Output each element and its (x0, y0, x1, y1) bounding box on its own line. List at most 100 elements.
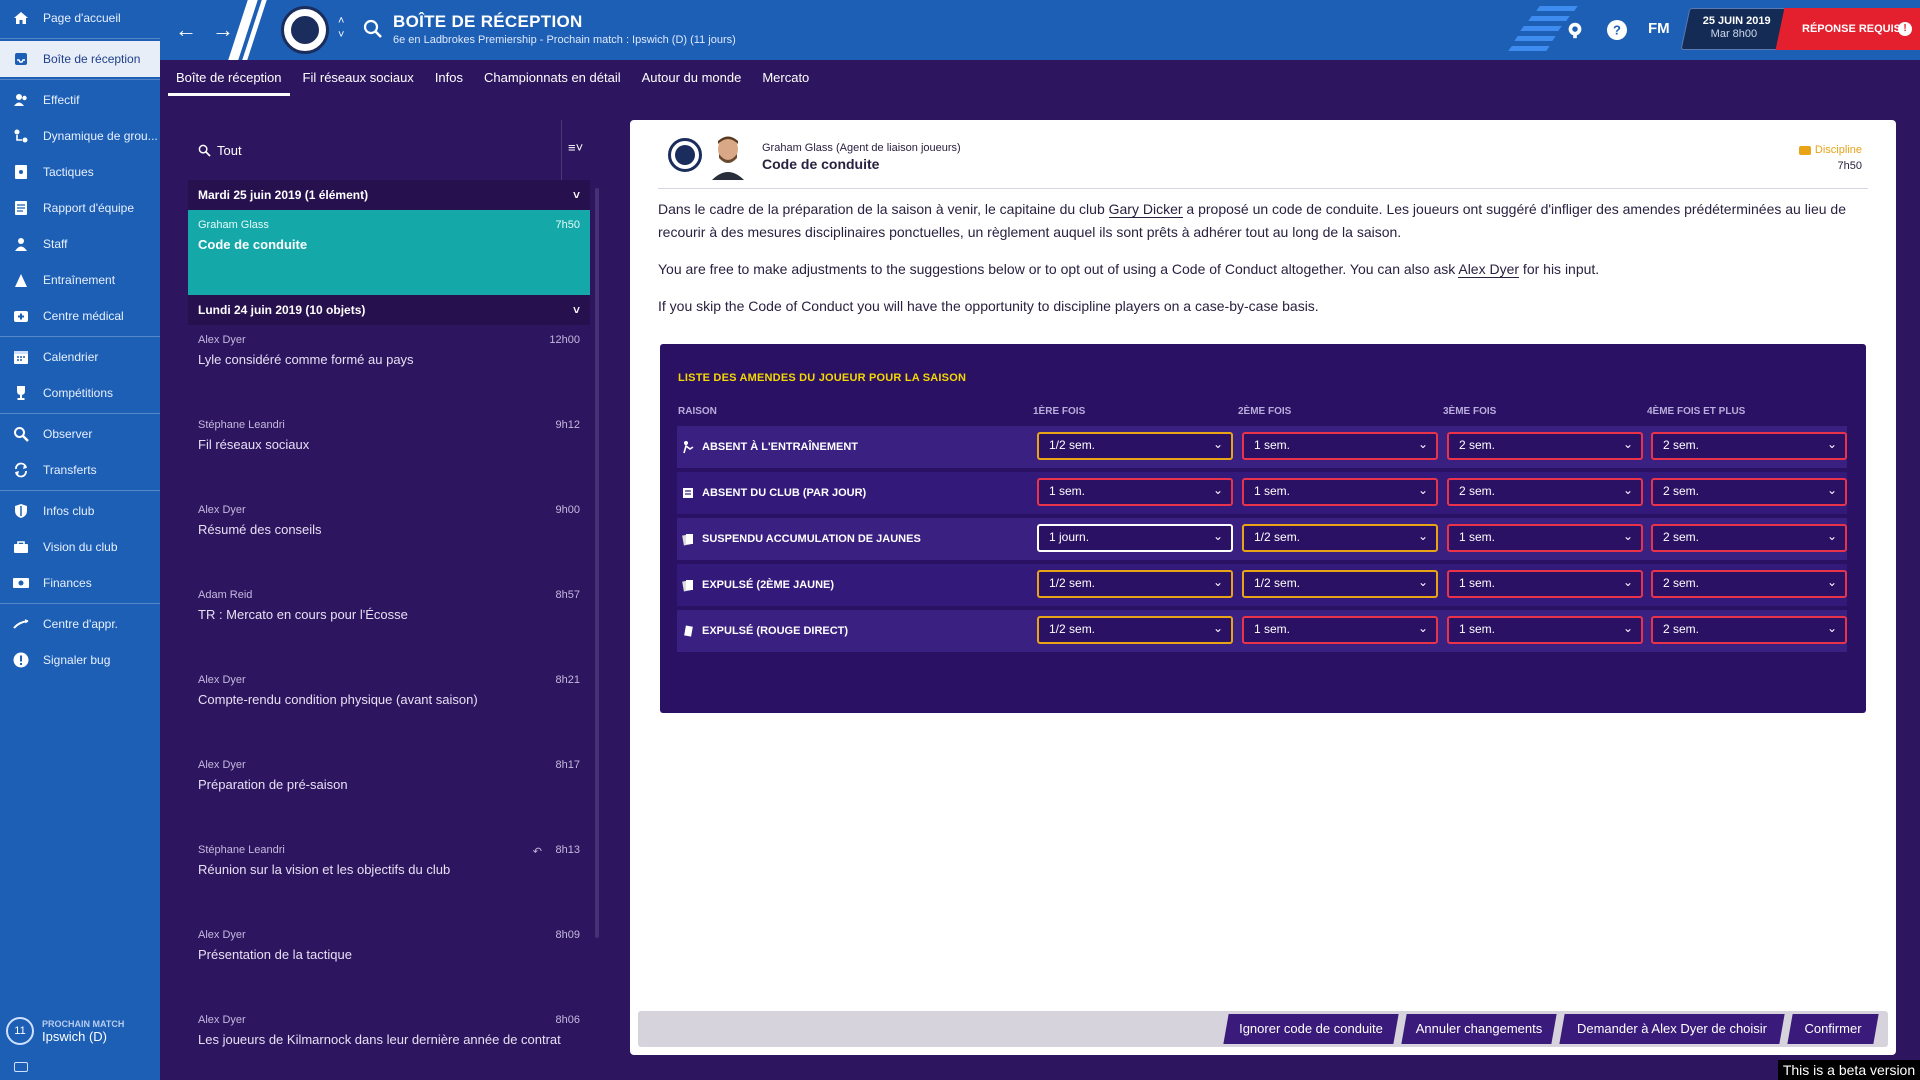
sidebar-item-inbox[interactable]: Boîte de réception (0, 41, 160, 77)
back-arrow-icon[interactable]: ← (172, 16, 200, 44)
confirm-button[interactable]: Confirmer (1787, 1014, 1879, 1044)
sidebar-item-tactics[interactable]: Tactiques (0, 154, 160, 190)
next-match[interactable]: 11 PROCHAIN MATCH Ipswich (D) (0, 1008, 160, 1054)
list-item[interactable]: Alex Dyer 8h06 Les joueurs de Kilmarnock… (188, 1005, 590, 1080)
sidebar-item-training[interactable]: Entraînement (0, 262, 160, 298)
sidebar-item-calendar[interactable]: Calendrier (0, 339, 160, 375)
sidebar-item-club-info[interactable]: Infos club (0, 493, 160, 529)
help-icon[interactable]: ? (1605, 18, 1629, 42)
sidebar-item-staff[interactable]: Staff (0, 226, 160, 262)
list-item[interactable]: Alex Dyer 8h21 Compte-rendu condition ph… (188, 665, 590, 750)
sidebar-item-report-bug[interactable]: Signaler bug (0, 642, 160, 678)
continue-button[interactable]: RÉPONSE REQUISE ! (1775, 8, 1920, 50)
sidebar-item-medical[interactable]: Centre médical (0, 298, 160, 334)
message-category[interactable]: Discipline (1798, 144, 1862, 156)
sidebar-item-transfers[interactable]: Transferts (0, 452, 160, 488)
fine-select[interactable]: 1/2 sem. ⌄ (1242, 570, 1438, 598)
fine-select[interactable]: 1 sem. ⌄ (1242, 478, 1438, 506)
list-item[interactable]: Graham Glass 7h50 Code de conduite (188, 210, 590, 295)
column-header: 1ÈRE FOIS (1033, 406, 1086, 417)
fine-select[interactable]: 2 sem. ⌄ (1651, 432, 1847, 460)
fine-select[interactable]: 2 sem. ⌄ (1651, 570, 1847, 598)
divider (0, 336, 160, 337)
list-item[interactable]: Alex Dyer 8h17 Préparation de pré-saison (188, 750, 590, 835)
sidebar-item-scouting[interactable]: Observer (0, 416, 160, 452)
message-group-header[interactable]: Mardi 25 juin 2019 (1 élément) ˅ (188, 180, 590, 210)
tab-inbox[interactable]: Boîte de réception (168, 66, 290, 96)
list-item[interactable]: Stéphane Leandri ↶ 8h13 Réunion sur la v… (188, 835, 590, 920)
chevron-down-icon: ⌄ (1826, 437, 1837, 451)
sidebar-item-label: Centre médical (43, 309, 124, 323)
sidebar-item-squad[interactable]: Effectif (0, 82, 160, 118)
vision-icon (10, 538, 32, 556)
select-value: 1 sem. (1459, 530, 1496, 544)
fine-select[interactable]: 2 sem. ⌄ (1651, 524, 1847, 552)
tab-transfer-window[interactable]: Mercato (754, 66, 817, 96)
list-item[interactable]: Alex Dyer 8h09 Présentation de la tactiq… (188, 920, 590, 1005)
fine-select[interactable]: 1/2 sem. ⌄ (1037, 570, 1233, 598)
tab-league-details[interactable]: Championnats en détail (476, 66, 629, 96)
sidebar-item-club-vision[interactable]: Vision du club (0, 529, 160, 565)
select-value: 1 sem. (1459, 576, 1496, 590)
game-date[interactable]: 25 JUIN 2019 Mar 8h00 (1680, 8, 1790, 50)
staff-link[interactable]: Alex Dyer (1458, 261, 1520, 278)
forward-arrow-icon[interactable]: → (209, 16, 237, 44)
sidebar-item-label: Compétitions (43, 386, 114, 400)
fm-menu-logo[interactable]: FM (1648, 20, 1670, 37)
social-icon[interactable] (1563, 18, 1587, 42)
list-item[interactable]: Stéphane Leandri 9h12 Fil réseaux sociau… (188, 410, 590, 495)
divider (0, 79, 160, 80)
fine-select[interactable]: 2 sem. ⌄ (1651, 616, 1847, 644)
list-item[interactable]: Adam Reid 8h57 TR : Mercato en cours pou… (188, 580, 590, 665)
fine-select[interactable]: 1 sem. ⌄ (1447, 570, 1643, 598)
fine-select[interactable]: 1/2 sem. ⌄ (1242, 524, 1438, 552)
fines-table-title: LISTE DES AMENDES DU JOUEUR POUR LA SAIS… (678, 372, 967, 384)
sidebar-item-competitions[interactable]: Compétitions (0, 375, 160, 411)
list-item[interactable]: Alex Dyer 12h00 Lyle considéré comme for… (188, 325, 590, 410)
club-crest[interactable] (281, 6, 329, 54)
filter-search[interactable]: Tout (188, 143, 242, 158)
message-subject: Préparation de pré-saison (198, 777, 348, 792)
ask-assistant-button[interactable]: Demander à Alex Dyer de choisir (1559, 1014, 1785, 1044)
tab-around-world[interactable]: Autour du monde (634, 66, 750, 96)
tab-social-feed[interactable]: Fil réseaux sociaux (295, 66, 422, 96)
top-bar: ← → ˄ ˅ BOÎTE DE RÉCEPTION 6e en Ladbroke… (160, 0, 1920, 60)
list-options-icon[interactable]: ≡˅ (568, 140, 595, 160)
fine-select[interactable]: 2 sem. ⌄ (1447, 478, 1643, 506)
message-time: 7h50 (555, 219, 580, 231)
fine-select[interactable]: 1/2 sem. ⌄ (1037, 616, 1233, 644)
table-row: ABSENT À L'ENTRAÎNEMENT 1/2 sem. ⌄ 1 sem.… (677, 426, 1847, 468)
player-link[interactable]: Gary Dicker (1108, 201, 1183, 218)
fine-select[interactable]: 2 sem. ⌄ (1447, 432, 1643, 460)
sidebar-item-home[interactable]: Page d'accueil (0, 0, 160, 36)
message-group-header[interactable]: Lundi 24 juin 2019 (10 objets) ˅ (188, 295, 590, 325)
message-subject: Réunion sur la vision et les objectifs d… (198, 862, 451, 877)
cancel-changes-button[interactable]: Annuler changements (1401, 1014, 1557, 1044)
fine-select[interactable]: 1 sem. ⌄ (1447, 616, 1643, 644)
sidebar-item-finances[interactable]: Finances (0, 565, 160, 601)
tab-news[interactable]: Infos (427, 66, 471, 96)
list-item[interactable]: Alex Dyer 9h00 Résumé des conseils (188, 495, 590, 580)
search-icon[interactable] (362, 18, 384, 40)
fine-select[interactable]: 1/2 sem. ⌄ (1037, 432, 1233, 460)
sidebar-item-team-report[interactable]: Rapport d'équipe (0, 190, 160, 226)
club-switch-arrows-icon[interactable]: ˄ ˅ (338, 14, 344, 42)
fine-select[interactable]: 1 journ. ⌄ (1037, 524, 1233, 552)
fine-select[interactable]: 1 sem. ⌄ (1447, 524, 1643, 552)
message-time: 9h00 (555, 504, 580, 516)
fine-select[interactable]: 1 sem. ⌄ (1037, 478, 1233, 506)
sender-avatar[interactable] (710, 132, 746, 180)
alert-icon: ! (1898, 22, 1912, 36)
club-crest[interactable] (668, 138, 702, 172)
report-icon (10, 199, 32, 217)
fine-reason-label: ABSENT DU CLUB (PAR JOUR) (702, 487, 867, 499)
message-category-label: Discipline (1814, 144, 1862, 156)
sidebar-item-academy[interactable]: Centre d'appr. (0, 606, 160, 642)
fine-select[interactable]: 1 sem. ⌄ (1242, 432, 1438, 460)
ignore-code-button[interactable]: Ignorer code de conduite (1223, 1014, 1399, 1044)
keyboard-icon[interactable] (14, 1062, 28, 1072)
sidebar-item-dynamics[interactable]: Dynamique de grou... (0, 118, 160, 154)
fine-select[interactable]: 1 sem. ⌄ (1242, 616, 1438, 644)
fine-select[interactable]: 2 sem. ⌄ (1651, 478, 1847, 506)
list-scrollbar[interactable] (595, 188, 599, 938)
